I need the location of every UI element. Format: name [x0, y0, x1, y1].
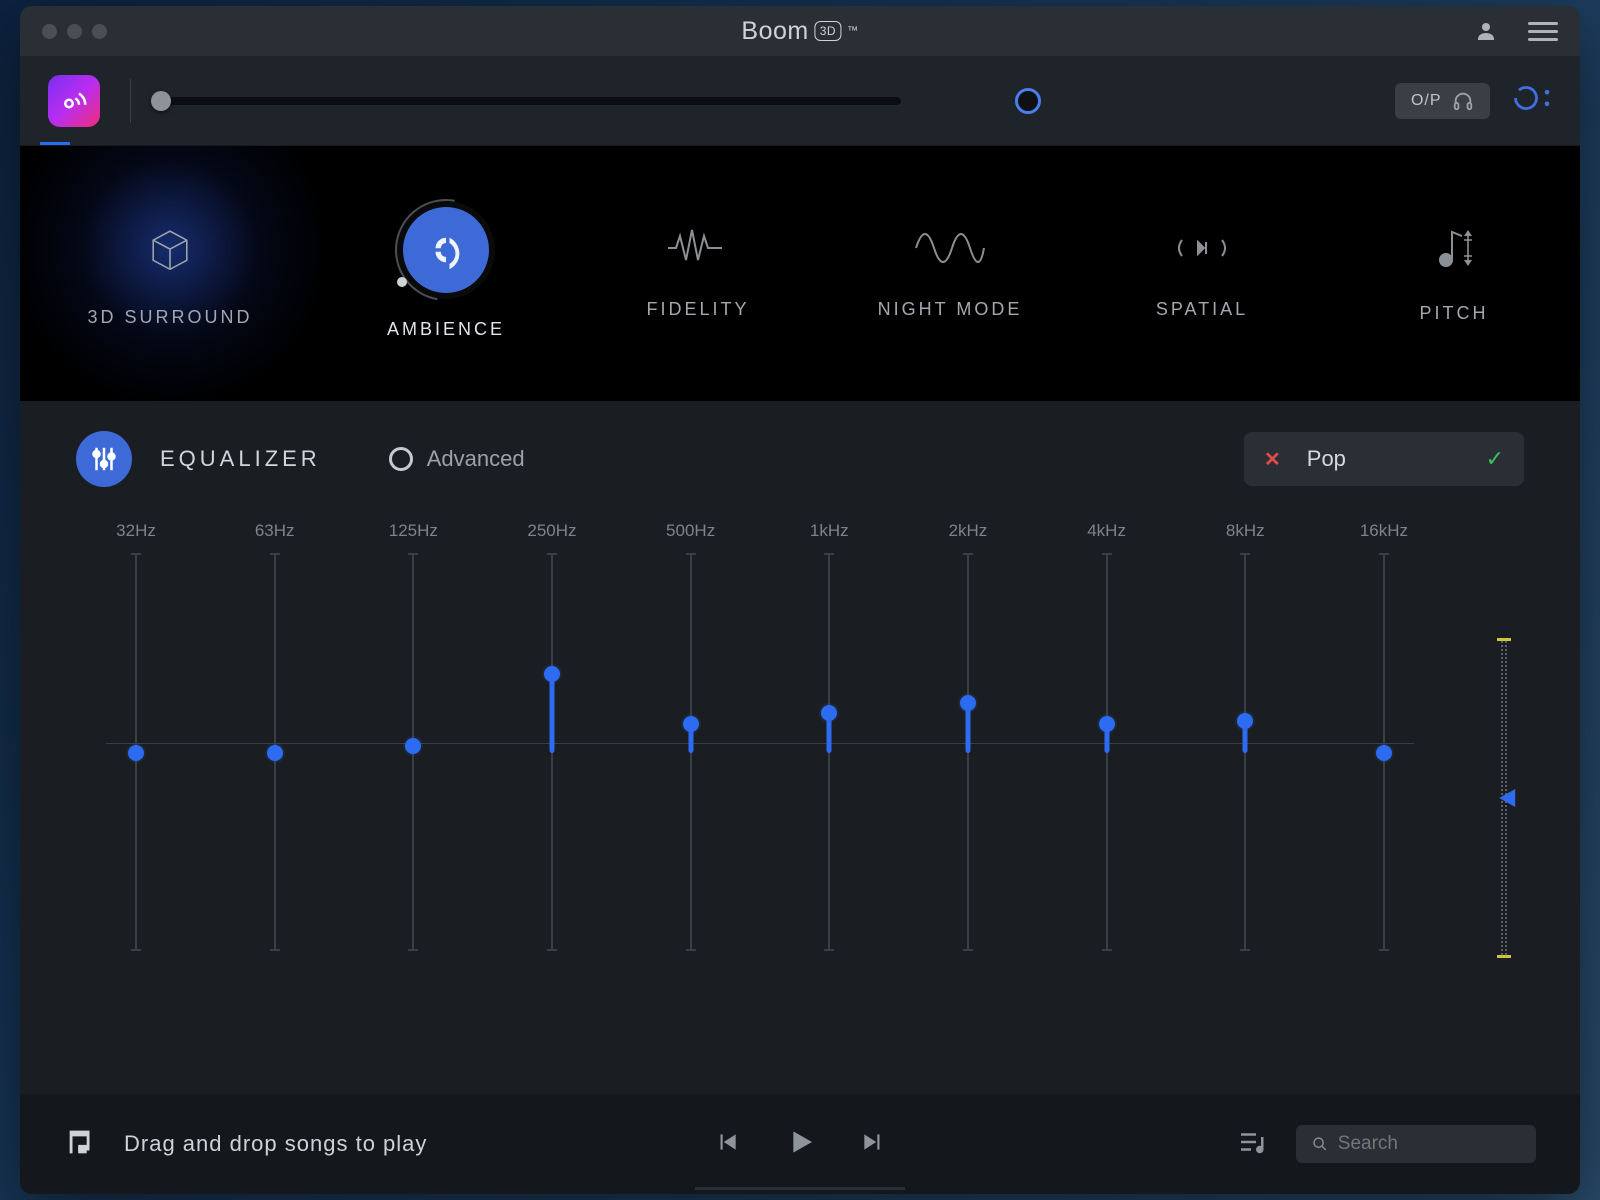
eq-band-knob[interactable] — [1237, 713, 1253, 729]
gain-slider[interactable] — [1484, 521, 1524, 1074]
logo-3d-badge: 3D — [815, 21, 841, 41]
radio-unchecked-icon — [389, 447, 413, 471]
eq-band-knob[interactable] — [544, 666, 560, 682]
eq-band-freq: 250Hz — [527, 521, 576, 545]
spatial-icon — [1174, 228, 1230, 273]
boost-toggle[interactable] — [1015, 88, 1041, 114]
eq-band-knob[interactable] — [128, 745, 144, 761]
eq-band[interactable]: 8kHz — [1215, 521, 1275, 951]
app-badge-icon[interactable] — [48, 75, 100, 127]
eq-band-freq: 32Hz — [116, 521, 156, 545]
titlebar: Boom 3D ™ — [20, 6, 1580, 56]
effect-label: PITCH — [1420, 303, 1489, 324]
eq-band-knob[interactable] — [267, 745, 283, 761]
pitch-icon — [1430, 224, 1478, 277]
account-icon[interactable] — [1474, 19, 1498, 43]
eq-band-knob[interactable] — [960, 695, 976, 711]
effect-label: 3D SURROUND — [87, 307, 252, 328]
output-device-chip[interactable]: O/P — [1395, 83, 1490, 119]
eq-band[interactable]: 500Hz — [661, 521, 721, 951]
window-controls[interactable] — [42, 24, 107, 39]
effect-label: AMBIENCE — [387, 319, 505, 340]
preset-clear-icon[interactable]: ✕ — [1264, 447, 1281, 472]
eq-band-knob[interactable] — [1376, 745, 1392, 761]
eq-band[interactable]: 1kHz — [799, 521, 859, 951]
zoom-icon[interactable] — [92, 24, 107, 39]
eq-band-freq: 8kHz — [1226, 521, 1265, 545]
equalizer-section: EQUALIZER Advanced ✕ Pop ✓ 32Hz 63Hz 125Hz… — [20, 401, 1580, 1094]
app-window: Boom 3D ™ O/P — [20, 6, 1580, 1194]
eq-band[interactable]: 250Hz — [522, 521, 582, 951]
music-note-icon[interactable] — [64, 1125, 98, 1164]
eq-bands: 32Hz 63Hz 125Hz 250Hz 500Hz 1kHz 2kHz 4kHz 8kHz 1… — [76, 521, 1444, 951]
eq-band-freq: 2kHz — [949, 521, 988, 545]
effect-fidelity[interactable]: FIDELITY — [572, 146, 824, 401]
progress-bar[interactable] — [695, 1187, 905, 1190]
play-button[interactable] — [784, 1126, 816, 1163]
advanced-toggle[interactable]: Advanced — [389, 446, 525, 472]
app-name-text: Boom — [741, 17, 808, 46]
effect-label: SPATIAL — [1156, 299, 1248, 320]
eq-band[interactable]: 2kHz — [938, 521, 998, 951]
eq-band-freq: 500Hz — [666, 521, 715, 545]
effect-pitch[interactable]: PITCH — [1328, 146, 1580, 401]
preset-name: Pop — [1307, 446, 1346, 472]
ambience-icon — [403, 207, 489, 293]
eq-band[interactable]: 16kHz — [1354, 521, 1414, 951]
eq-band-knob[interactable] — [405, 738, 421, 754]
effect-label: FIDELITY — [646, 299, 749, 320]
close-icon[interactable] — [42, 24, 57, 39]
preset-selector[interactable]: ✕ Pop ✓ — [1244, 432, 1524, 486]
player-bar: Drag and drop songs to play — [20, 1094, 1580, 1194]
gain-thumb[interactable] — [1499, 789, 1515, 807]
sine-icon — [914, 228, 986, 273]
cube-icon — [142, 220, 198, 281]
effect-ambience[interactable]: AMBIENCE — [320, 146, 572, 401]
eq-band-knob[interactable] — [1099, 716, 1115, 732]
output-label: O/P — [1411, 92, 1442, 110]
trademark: ™ — [847, 25, 859, 37]
eq-band-knob[interactable] — [821, 705, 837, 721]
effects-strip: 3D SURROUND AMBIENCE FIDELITY NIGHT MODE… — [20, 146, 1580, 401]
previous-button[interactable] — [714, 1129, 740, 1160]
playback-controls — [714, 1126, 886, 1163]
waveform-icon — [666, 228, 730, 273]
effect-spatial[interactable]: SPATIAL — [1076, 146, 1328, 401]
effect-night-mode[interactable]: NIGHT MODE — [824, 146, 1076, 401]
preset-confirm-icon[interactable]: ✓ — [1486, 446, 1504, 472]
refresh-icon[interactable] — [1512, 84, 1552, 117]
app-title: Boom 3D ™ — [741, 17, 858, 46]
next-button[interactable] — [860, 1129, 886, 1160]
search-input[interactable] — [1338, 1133, 1520, 1155]
effect-label: NIGHT MODE — [878, 299, 1023, 320]
eq-baseline — [106, 743, 1414, 744]
search-box[interactable] — [1296, 1125, 1536, 1163]
player-hint: Drag and drop songs to play — [124, 1131, 427, 1157]
equalizer-icon[interactable] — [76, 431, 132, 487]
menu-icon[interactable] — [1528, 22, 1558, 41]
volume-slider[interactable] — [161, 97, 901, 105]
eq-band[interactable]: 4kHz — [1077, 521, 1137, 951]
search-icon — [1312, 1135, 1328, 1153]
advanced-label: Advanced — [427, 446, 525, 472]
eq-band-freq: 1kHz — [810, 521, 849, 545]
eq-band-knob[interactable] — [683, 716, 699, 732]
separator — [130, 79, 131, 123]
toolbar: O/P — [20, 56, 1580, 146]
effect-3d-surround[interactable]: 3D SURROUND — [20, 146, 320, 401]
eq-band[interactable]: 125Hz — [383, 521, 443, 951]
playlist-icon[interactable] — [1236, 1127, 1266, 1162]
eq-band-freq: 63Hz — [255, 521, 295, 545]
equalizer-title: EQUALIZER — [160, 446, 321, 472]
headphones-icon — [1452, 90, 1474, 112]
equalizer-header: EQUALIZER Advanced ✕ Pop ✓ — [76, 431, 1524, 487]
eq-band-freq: 4kHz — [1087, 521, 1126, 545]
eq-band[interactable]: 63Hz — [245, 521, 305, 951]
eq-band-freq: 16kHz — [1360, 521, 1408, 545]
eq-band-freq: 125Hz — [389, 521, 438, 545]
volume-thumb[interactable] — [151, 91, 171, 111]
eq-band[interactable]: 32Hz — [106, 521, 166, 951]
minimize-icon[interactable] — [67, 24, 82, 39]
equalizer-body: 32Hz 63Hz 125Hz 250Hz 500Hz 1kHz 2kHz 4kHz 8kHz 1… — [76, 521, 1524, 1074]
